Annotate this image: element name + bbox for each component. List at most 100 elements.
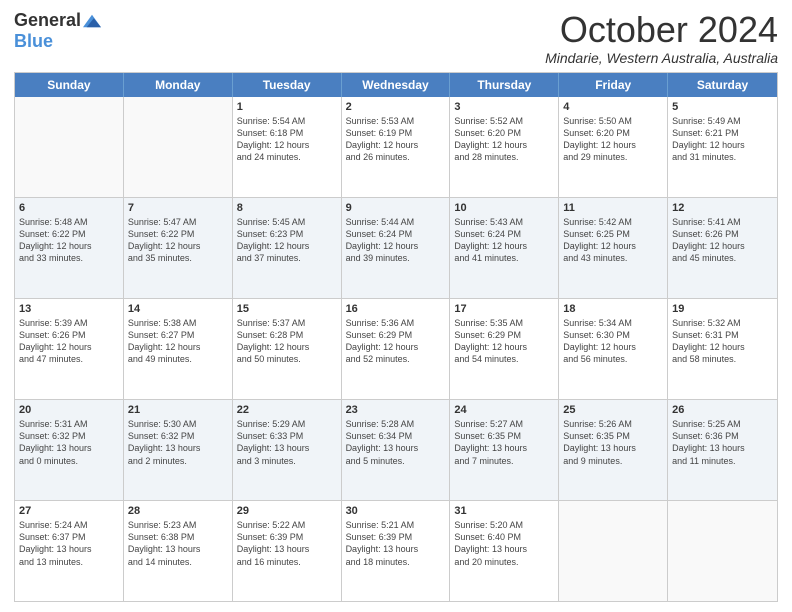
header-day-thursday: Thursday (450, 73, 559, 97)
logo: General Blue (14, 10, 101, 52)
calendar-cell: 19Sunrise: 5:32 AMSunset: 6:31 PMDayligh… (668, 299, 777, 399)
day-info: Sunrise: 5:30 AMSunset: 6:32 PMDaylight:… (128, 418, 228, 467)
day-number: 2 (346, 100, 446, 114)
calendar-cell: 7Sunrise: 5:47 AMSunset: 6:22 PMDaylight… (124, 198, 233, 298)
header-day-saturday: Saturday (668, 73, 777, 97)
calendar-cell: 24Sunrise: 5:27 AMSunset: 6:35 PMDayligh… (450, 400, 559, 500)
day-number: 24 (454, 403, 554, 417)
day-info: Sunrise: 5:53 AMSunset: 6:19 PMDaylight:… (346, 115, 446, 164)
calendar: SundayMondayTuesdayWednesdayThursdayFrid… (14, 72, 778, 602)
calendar-cell: 4Sunrise: 5:50 AMSunset: 6:20 PMDaylight… (559, 97, 668, 197)
day-info: Sunrise: 5:21 AMSunset: 6:39 PMDaylight:… (346, 519, 446, 568)
calendar-cell: 9Sunrise: 5:44 AMSunset: 6:24 PMDaylight… (342, 198, 451, 298)
calendar-cell: 27Sunrise: 5:24 AMSunset: 6:37 PMDayligh… (15, 501, 124, 601)
day-number: 4 (563, 100, 663, 114)
day-info: Sunrise: 5:49 AMSunset: 6:21 PMDaylight:… (672, 115, 773, 164)
calendar-cell (559, 501, 668, 601)
calendar-cell: 29Sunrise: 5:22 AMSunset: 6:39 PMDayligh… (233, 501, 342, 601)
calendar-cell: 26Sunrise: 5:25 AMSunset: 6:36 PMDayligh… (668, 400, 777, 500)
day-number: 3 (454, 100, 554, 114)
calendar-cell: 23Sunrise: 5:28 AMSunset: 6:34 PMDayligh… (342, 400, 451, 500)
day-info: Sunrise: 5:32 AMSunset: 6:31 PMDaylight:… (672, 317, 773, 366)
day-info: Sunrise: 5:54 AMSunset: 6:18 PMDaylight:… (237, 115, 337, 164)
calendar-body: 1Sunrise: 5:54 AMSunset: 6:18 PMDaylight… (15, 97, 777, 601)
day-number: 22 (237, 403, 337, 417)
calendar-cell: 6Sunrise: 5:48 AMSunset: 6:22 PMDaylight… (15, 198, 124, 298)
day-number: 27 (19, 504, 119, 518)
day-info: Sunrise: 5:20 AMSunset: 6:40 PMDaylight:… (454, 519, 554, 568)
day-number: 18 (563, 302, 663, 316)
logo-icon (83, 14, 101, 28)
day-number: 28 (128, 504, 228, 518)
day-info: Sunrise: 5:35 AMSunset: 6:29 PMDaylight:… (454, 317, 554, 366)
calendar-cell: 22Sunrise: 5:29 AMSunset: 6:33 PMDayligh… (233, 400, 342, 500)
header-day-friday: Friday (559, 73, 668, 97)
day-info: Sunrise: 5:29 AMSunset: 6:33 PMDaylight:… (237, 418, 337, 467)
day-number: 12 (672, 201, 773, 215)
day-info: Sunrise: 5:52 AMSunset: 6:20 PMDaylight:… (454, 115, 554, 164)
day-info: Sunrise: 5:36 AMSunset: 6:29 PMDaylight:… (346, 317, 446, 366)
day-info: Sunrise: 5:31 AMSunset: 6:32 PMDaylight:… (19, 418, 119, 467)
calendar-cell: 2Sunrise: 5:53 AMSunset: 6:19 PMDaylight… (342, 97, 451, 197)
day-number: 17 (454, 302, 554, 316)
calendar-cell: 11Sunrise: 5:42 AMSunset: 6:25 PMDayligh… (559, 198, 668, 298)
header-day-tuesday: Tuesday (233, 73, 342, 97)
calendar-row-1: 1Sunrise: 5:54 AMSunset: 6:18 PMDaylight… (15, 97, 777, 198)
calendar-cell: 14Sunrise: 5:38 AMSunset: 6:27 PMDayligh… (124, 299, 233, 399)
calendar-cell: 18Sunrise: 5:34 AMSunset: 6:30 PMDayligh… (559, 299, 668, 399)
day-number: 29 (237, 504, 337, 518)
day-number: 10 (454, 201, 554, 215)
calendar-cell: 12Sunrise: 5:41 AMSunset: 6:26 PMDayligh… (668, 198, 777, 298)
day-number: 1 (237, 100, 337, 114)
calendar-cell: 15Sunrise: 5:37 AMSunset: 6:28 PMDayligh… (233, 299, 342, 399)
day-number: 30 (346, 504, 446, 518)
day-info: Sunrise: 5:25 AMSunset: 6:36 PMDaylight:… (672, 418, 773, 467)
day-info: Sunrise: 5:37 AMSunset: 6:28 PMDaylight:… (237, 317, 337, 366)
day-info: Sunrise: 5:26 AMSunset: 6:35 PMDaylight:… (563, 418, 663, 467)
calendar-cell: 17Sunrise: 5:35 AMSunset: 6:29 PMDayligh… (450, 299, 559, 399)
location: Mindarie, Western Australia, Australia (545, 50, 778, 66)
logo-general: General (14, 10, 81, 31)
day-number: 16 (346, 302, 446, 316)
calendar-header: SundayMondayTuesdayWednesdayThursdayFrid… (15, 73, 777, 97)
day-number: 21 (128, 403, 228, 417)
calendar-cell: 13Sunrise: 5:39 AMSunset: 6:26 PMDayligh… (15, 299, 124, 399)
day-number: 13 (19, 302, 119, 316)
day-info: Sunrise: 5:22 AMSunset: 6:39 PMDaylight:… (237, 519, 337, 568)
calendar-cell: 31Sunrise: 5:20 AMSunset: 6:40 PMDayligh… (450, 501, 559, 601)
day-info: Sunrise: 5:27 AMSunset: 6:35 PMDaylight:… (454, 418, 554, 467)
day-info: Sunrise: 5:28 AMSunset: 6:34 PMDaylight:… (346, 418, 446, 467)
day-info: Sunrise: 5:39 AMSunset: 6:26 PMDaylight:… (19, 317, 119, 366)
day-info: Sunrise: 5:41 AMSunset: 6:26 PMDaylight:… (672, 216, 773, 265)
day-info: Sunrise: 5:34 AMSunset: 6:30 PMDaylight:… (563, 317, 663, 366)
page: General Blue October 2024 Mindarie, West… (0, 0, 792, 612)
calendar-cell: 1Sunrise: 5:54 AMSunset: 6:18 PMDaylight… (233, 97, 342, 197)
day-number: 25 (563, 403, 663, 417)
calendar-cell: 5Sunrise: 5:49 AMSunset: 6:21 PMDaylight… (668, 97, 777, 197)
calendar-cell: 8Sunrise: 5:45 AMSunset: 6:23 PMDaylight… (233, 198, 342, 298)
calendar-row-3: 13Sunrise: 5:39 AMSunset: 6:26 PMDayligh… (15, 299, 777, 400)
calendar-cell: 21Sunrise: 5:30 AMSunset: 6:32 PMDayligh… (124, 400, 233, 500)
day-number: 26 (672, 403, 773, 417)
day-number: 6 (19, 201, 119, 215)
calendar-cell: 10Sunrise: 5:43 AMSunset: 6:24 PMDayligh… (450, 198, 559, 298)
day-info: Sunrise: 5:38 AMSunset: 6:27 PMDaylight:… (128, 317, 228, 366)
calendar-row-5: 27Sunrise: 5:24 AMSunset: 6:37 PMDayligh… (15, 501, 777, 601)
logo-blue: Blue (14, 31, 53, 51)
day-number: 20 (19, 403, 119, 417)
calendar-row-4: 20Sunrise: 5:31 AMSunset: 6:32 PMDayligh… (15, 400, 777, 501)
day-info: Sunrise: 5:24 AMSunset: 6:37 PMDaylight:… (19, 519, 119, 568)
day-number: 31 (454, 504, 554, 518)
day-number: 11 (563, 201, 663, 215)
calendar-cell: 30Sunrise: 5:21 AMSunset: 6:39 PMDayligh… (342, 501, 451, 601)
calendar-cell: 3Sunrise: 5:52 AMSunset: 6:20 PMDaylight… (450, 97, 559, 197)
header-day-wednesday: Wednesday (342, 73, 451, 97)
day-number: 15 (237, 302, 337, 316)
day-info: Sunrise: 5:48 AMSunset: 6:22 PMDaylight:… (19, 216, 119, 265)
calendar-cell: 25Sunrise: 5:26 AMSunset: 6:35 PMDayligh… (559, 400, 668, 500)
day-info: Sunrise: 5:42 AMSunset: 6:25 PMDaylight:… (563, 216, 663, 265)
day-info: Sunrise: 5:47 AMSunset: 6:22 PMDaylight:… (128, 216, 228, 265)
day-info: Sunrise: 5:45 AMSunset: 6:23 PMDaylight:… (237, 216, 337, 265)
day-number: 14 (128, 302, 228, 316)
day-number: 19 (672, 302, 773, 316)
